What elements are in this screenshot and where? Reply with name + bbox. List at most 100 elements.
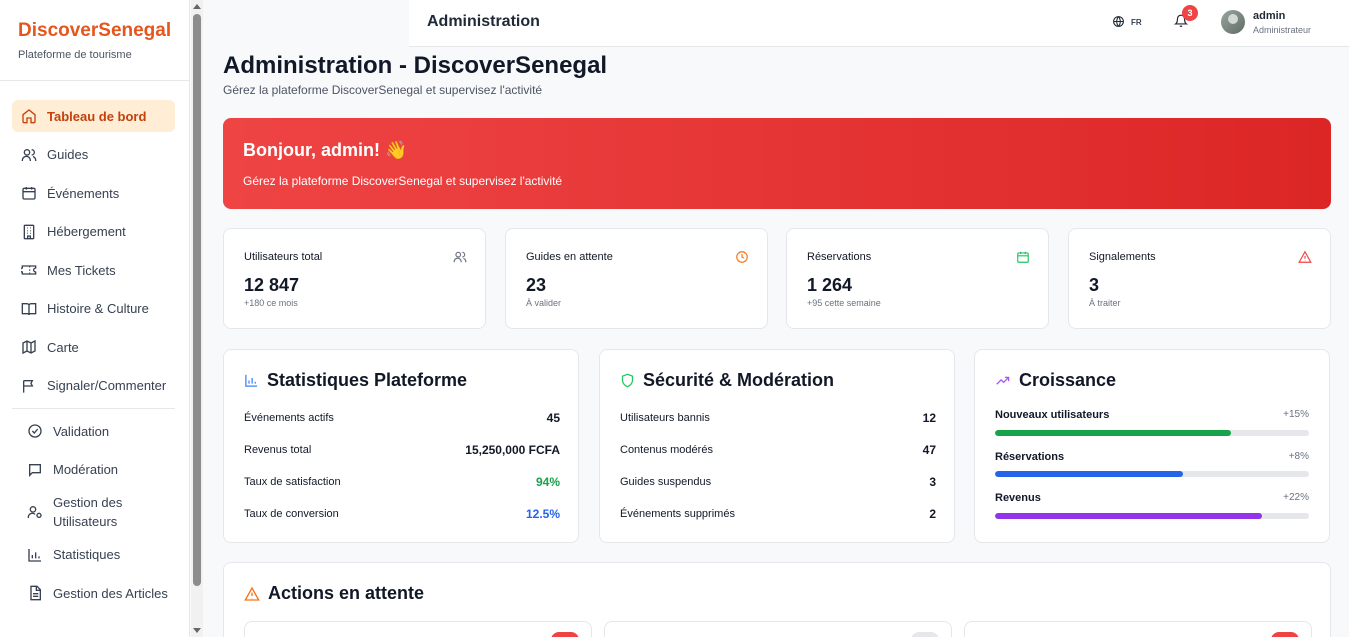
row-label: Revenus total xyxy=(244,444,312,456)
stat-note: À valider xyxy=(526,298,562,308)
sidebar-item-label: Mes Tickets xyxy=(47,262,116,278)
clock-icon xyxy=(735,250,749,269)
stat-note: À traiter xyxy=(1089,298,1121,308)
stat-card-users: Utilisateurs total 12 847 +180 ce mois xyxy=(223,228,486,329)
ticket-icon xyxy=(20,261,38,279)
panel-title: Sécurité & Modération xyxy=(620,370,834,391)
panel-title-text: Croissance xyxy=(1019,370,1117,390)
growth-name: Revenus xyxy=(995,492,1041,504)
row-value: 2 xyxy=(929,507,936,521)
stat-card-reservations: Réservations 1 264 +95 cette semaine xyxy=(786,228,1049,329)
user-name[interactable]: admin xyxy=(1253,10,1285,22)
alert-triangle-icon xyxy=(1298,250,1312,269)
brand-tagline: Plateforme de tourisme xyxy=(18,49,132,61)
sidebar-item-user-management[interactable]: Gestion des Utilisateurs xyxy=(12,492,175,532)
growth-fill xyxy=(995,471,1184,477)
sidebar-item-label: Hébergement xyxy=(47,224,126,239)
pending-action-card[interactable] xyxy=(244,621,592,637)
brand-name[interactable]: DiscoverSenegal xyxy=(18,20,171,42)
row-label: Événements supprimés xyxy=(620,508,735,520)
row-label: Utilisateurs bannis xyxy=(620,412,710,424)
sidebar-item-validation[interactable]: Validation xyxy=(12,415,175,447)
sidebar-item-guides[interactable]: Guides xyxy=(12,139,175,171)
stat-label: Signalements xyxy=(1089,251,1156,263)
user-cog-icon xyxy=(26,503,44,521)
stat-row: Taux de satisfaction 94% xyxy=(244,475,560,489)
book-icon xyxy=(20,300,38,318)
pending-action-card[interactable] xyxy=(964,621,1312,637)
panel-title-text: Sécurité & Modération xyxy=(643,370,835,390)
count-badge xyxy=(911,632,939,637)
stat-row: Contenus modérés 47 xyxy=(620,443,936,457)
sidebar-item-label: Gestion des Utilisateurs xyxy=(53,495,123,529)
sidebar-item-statistics[interactable]: Statistiques xyxy=(12,539,175,571)
growth-name: Réservations xyxy=(995,451,1065,463)
growth-panel: Croissance Nouveaux utilisateurs +15% Rés… xyxy=(974,349,1330,543)
map-icon xyxy=(20,338,38,356)
welcome-text: Gérez la plateforme DiscoverSenegal et s… xyxy=(243,174,563,188)
row-value: 12 xyxy=(922,411,936,425)
count-badge xyxy=(551,632,579,637)
sidebar-item-history[interactable]: Histoire & Culture xyxy=(12,293,175,325)
sidebar-item-events[interactable]: Événements xyxy=(12,177,175,209)
stat-note: +95 cette semaine xyxy=(807,298,881,308)
stat-row: Utilisateurs bannis 12 xyxy=(620,411,936,425)
sidebar-item-moderation[interactable]: Modération xyxy=(12,454,175,486)
row-value: 3 xyxy=(929,475,936,489)
sidebar-divider xyxy=(12,408,175,409)
scroll-down-arrow-icon[interactable] xyxy=(193,628,201,633)
sidebar-item-label: Statistiques xyxy=(53,547,121,562)
count-badge xyxy=(1271,632,1299,637)
header-title: Administration xyxy=(427,13,540,30)
pending-actions-panel: Actions en attente xyxy=(223,562,1331,637)
stat-card-reports: Signalements 3 À traiter xyxy=(1068,228,1331,329)
sidebar-item-dashboard[interactable]: Tableau de bord xyxy=(12,100,175,132)
row-label: Taux de conversion xyxy=(244,508,339,520)
sidebar-item-lodging[interactable]: Hébergement xyxy=(12,216,175,248)
trending-up-icon xyxy=(995,373,1011,388)
page-subtitle: Gérez la plateforme DiscoverSenegal et s… xyxy=(223,83,543,97)
home-icon xyxy=(20,107,38,125)
pending-action-card[interactable] xyxy=(604,621,952,637)
growth-progress-bar xyxy=(995,430,1309,436)
welcome-banner: Bonjour, admin! 👋 Gérez la plateforme Di… xyxy=(223,118,1331,209)
row-value: 15,250,000 FCFA xyxy=(465,443,560,457)
sidebar-item-label: Gestion des Articles xyxy=(53,585,168,601)
row-label: Événements actifs xyxy=(244,412,334,424)
scroll-up-arrow-icon[interactable] xyxy=(193,4,201,9)
stat-card-pending-guides: Guides en attente 23 À valider xyxy=(505,228,768,329)
sidebar-item-articles[interactable]: Gestion des Articles xyxy=(12,577,175,609)
sidebar-scrollbar[interactable] xyxy=(191,0,203,637)
growth-name: Nouveaux utilisateurs xyxy=(995,409,1110,421)
growth-label: Réservations +8% xyxy=(995,451,1309,463)
row-label: Taux de satisfaction xyxy=(244,476,341,488)
stat-value: 23 xyxy=(526,275,547,295)
growth-progress-bar xyxy=(995,513,1309,519)
panel-title: Statistiques Plateforme xyxy=(244,370,467,391)
stat-row: Événements supprimés 2 xyxy=(620,507,936,521)
sidebar-item-tickets[interactable]: Mes Tickets xyxy=(12,254,175,286)
language-switcher[interactable]: FR xyxy=(1112,15,1142,30)
panel-title: Croissance xyxy=(995,370,1116,391)
users-icon xyxy=(20,146,38,164)
sidebar-item-label: Signaler/Commenter xyxy=(47,378,167,393)
scroll-thumb[interactable] xyxy=(193,14,201,586)
stat-label: Guides en attente xyxy=(526,251,613,263)
stat-note: +180 ce mois xyxy=(244,298,298,308)
panel-title-text: Statistiques Plateforme xyxy=(267,370,468,390)
growth-fill xyxy=(995,513,1262,519)
sidebar-nav: Tableau de bord Guides Événements Héberg… xyxy=(0,81,189,609)
avatar[interactable] xyxy=(1221,10,1245,34)
users-icon xyxy=(453,250,467,269)
sidebar: DiscoverSenegal Plateforme de tourisme T… xyxy=(0,0,190,637)
sidebar-item-report[interactable]: Signaler/Commenter xyxy=(12,370,175,402)
top-header: Administration FR 3 admin Administrateur xyxy=(409,0,1349,47)
shield-icon xyxy=(620,373,635,388)
stat-row: Guides suspendus 3 xyxy=(620,475,936,489)
bar-chart-icon xyxy=(244,373,259,388)
panel-title: Actions en attente xyxy=(244,583,424,604)
check-circle-icon xyxy=(26,422,44,440)
sidebar-item-map[interactable]: Carte xyxy=(12,331,175,363)
growth-change: +22% xyxy=(1283,492,1309,503)
stat-value: 3 xyxy=(1089,275,1100,295)
